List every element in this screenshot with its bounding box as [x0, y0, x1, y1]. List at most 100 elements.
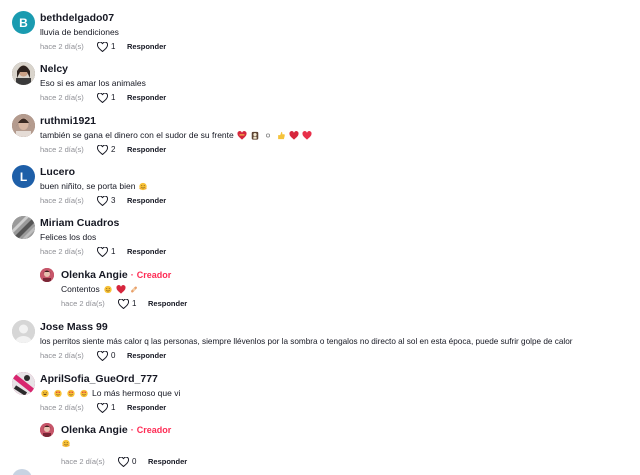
heart-eyes-emoji — [80, 389, 88, 398]
like-button[interactable]: 0 — [97, 351, 127, 361]
avatar[interactable]: B — [12, 11, 35, 34]
hugging-face-emoji — [139, 182, 148, 191]
comment-text — [61, 439, 187, 448]
reply-button[interactable]: Responder — [127, 93, 166, 103]
like-button[interactable]: 1 — [97, 42, 127, 52]
heart-outline-icon — [97, 93, 108, 103]
avatar-photo — [12, 114, 35, 137]
comment-time: hace 2 día(s) — [40, 42, 84, 51]
like-button[interactable]: 1 — [97, 403, 127, 413]
comment-time: hace 2 día(s) — [40, 403, 84, 412]
like-count: 1 — [111, 403, 116, 412]
like-button[interactable]: 3 — [97, 196, 127, 206]
comment-username[interactable]: Jose Mass 99 — [40, 321, 572, 333]
comment-time: hace 2 día(s) — [61, 299, 105, 308]
comment-text: los perritos siente más calor q las pers… — [40, 336, 572, 347]
username-text: Olenka Angie — [61, 424, 128, 436]
username-text: AprilSofia_GueOrd_777 — [40, 373, 158, 385]
comment-text-content: Eso si es amar los animales — [40, 78, 146, 88]
comment-username[interactable]: Nelcy — [40, 63, 166, 75]
comment-text: buen niñito, se porta bien — [40, 181, 166, 192]
avatar[interactable] — [40, 268, 54, 282]
like-count: 1 — [111, 93, 116, 102]
comment-text: Lo más hermoso que vi — [40, 388, 180, 399]
thumbs-up-emoji — [277, 131, 285, 140]
comment-meta: hace 2 día(s) 1 Responder — [40, 247, 166, 257]
comment-text: Eso si es amar los animales — [40, 78, 166, 89]
sparkle-emoji — [265, 133, 270, 138]
like-count: 1 — [132, 299, 137, 308]
smiling-face-emoji — [104, 285, 112, 294]
avatar[interactable] — [12, 62, 35, 85]
comment-text-content: Lo más hermoso que vi — [92, 388, 181, 398]
comment-username[interactable]: Olenka Angie · Creador — [61, 269, 187, 281]
username-text: ruthmi1921 — [40, 115, 97, 127]
heart-outline-icon — [97, 145, 108, 155]
reply-button[interactable]: Responder — [127, 42, 166, 52]
like-button[interactable]: 2 — [97, 145, 127, 155]
comment-username[interactable]: Miriam Cuadros — [40, 217, 166, 229]
like-count: 1 — [111, 42, 116, 51]
comment-meta: hace 2 día(s) 0 Responder — [40, 351, 572, 361]
avatar[interactable] — [12, 469, 32, 475]
like-count: 0 — [111, 351, 116, 360]
avatar-photo — [12, 372, 35, 395]
avatar[interactable] — [12, 114, 35, 137]
reply-button[interactable]: Responder — [148, 299, 187, 309]
separator-dot: · — [130, 425, 134, 435]
comment-username[interactable]: ruthmi1921 — [40, 115, 312, 127]
comment-username[interactable]: AprilSofia_GueOrd_777 — [40, 373, 180, 385]
comment-meta: hace 2 día(s) 2 Responder — [40, 145, 312, 155]
comment-time: hace 2 día(s) — [40, 351, 84, 360]
avatar[interactable] — [12, 372, 35, 395]
reply-button[interactable]: Responder — [127, 403, 166, 413]
bandage-emoji — [130, 286, 137, 293]
reply-button[interactable]: Responder — [148, 457, 187, 467]
avatar[interactable]: L — [12, 165, 35, 188]
heart-outline-icon — [118, 457, 129, 467]
comment-meta: hace 2 día(s) 3 Responder — [40, 196, 166, 206]
username-text: Olenka Angie — [61, 269, 128, 281]
praying-icon-emoji — [251, 131, 259, 140]
heart-with-ribbon-emoji — [237, 131, 247, 140]
comment-username[interactable]: Olenka Angie · Creador — [61, 424, 187, 436]
like-button[interactable]: 1 — [97, 93, 127, 103]
avatar[interactable] — [12, 216, 35, 239]
heart-outline-icon — [97, 196, 108, 206]
comment-text: Felices los dos — [40, 232, 166, 243]
comment-meta: hace 2 día(s) 1 Responder — [40, 42, 166, 52]
avatar[interactable] — [12, 320, 35, 343]
comment-text-content: Felices los dos — [40, 232, 97, 242]
comment-time: hace 2 día(s) — [40, 145, 84, 154]
reply-button[interactable]: Responder — [127, 351, 166, 361]
reply-button[interactable]: Responder — [127, 247, 166, 257]
comment-username[interactable]: bethdelgado07 — [40, 12, 166, 24]
comment-meta: hace 2 día(s) 1 Responder — [40, 93, 166, 103]
username-text: Miriam Cuadros — [40, 217, 120, 229]
comment-username[interactable]: Lucero — [40, 166, 166, 178]
heart-outline-icon — [118, 299, 129, 309]
default-avatar-icon — [12, 320, 35, 343]
comment-text-content: lluvia de bendiciones — [40, 27, 119, 37]
reply-button[interactable]: Responder — [127, 145, 166, 155]
reply-button[interactable]: Responder — [127, 196, 166, 206]
like-button[interactable]: 1 — [97, 247, 127, 257]
like-button[interactable]: 0 — [118, 457, 148, 467]
heart-outline-icon — [97, 247, 108, 257]
like-count: 2 — [111, 145, 116, 154]
avatar-letter: B — [19, 15, 28, 30]
comment-text-content: buen niñito, se porta bien — [40, 181, 136, 191]
like-count: 1 — [111, 247, 116, 256]
grinning-face-emoji — [41, 389, 49, 398]
like-count: 3 — [111, 196, 116, 205]
heart-emoji — [289, 131, 299, 140]
comment-text: Contentos — [61, 284, 187, 295]
creator-badge: Creador — [136, 270, 172, 280]
username-text: Nelcy — [40, 63, 69, 75]
comment-meta: hace 2 día(s) 1 Responder — [61, 299, 187, 309]
comment-time: hace 2 día(s) — [61, 457, 105, 466]
avatar[interactable] — [40, 423, 54, 437]
hugging-face-emoji — [62, 439, 70, 448]
avatar-photo — [12, 62, 35, 85]
like-button[interactable]: 1 — [118, 299, 148, 309]
